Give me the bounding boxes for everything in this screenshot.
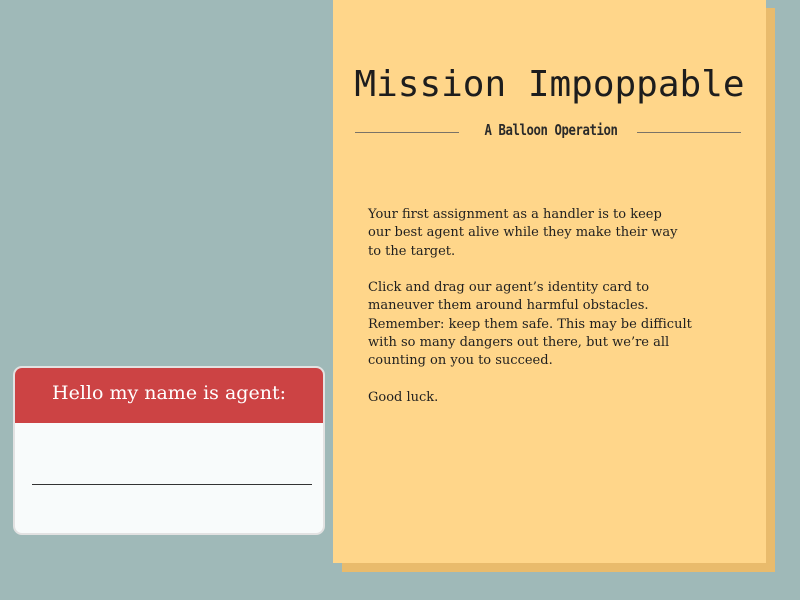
mission-dossier: Mission Impoppable A Balloon Operation Y… xyxy=(333,0,766,563)
game-subtitle: A Balloon Operation xyxy=(484,121,618,139)
game-title: Mission Impoppable xyxy=(354,64,745,105)
subtitle-rule-left xyxy=(355,132,459,133)
agent-identity-card[interactable]: Hello my name is agent: xyxy=(13,366,325,535)
name-card-header-label: Hello my name is agent: xyxy=(52,382,286,404)
name-card-header: Hello my name is agent: xyxy=(15,368,323,423)
briefing-paragraph-1: Your first assignment as a handler is to… xyxy=(368,207,678,259)
briefing-paragraph-2: Click and drag our agent’s identity card… xyxy=(368,280,692,369)
name-signature-line xyxy=(32,484,312,485)
briefing-paragraph-3: Good luck. xyxy=(368,389,439,405)
mission-briefing: Your first assignment as a handler is to… xyxy=(368,206,738,426)
subtitle-row: A Balloon Operation xyxy=(355,118,741,148)
subtitle-rule-right xyxy=(637,132,741,133)
